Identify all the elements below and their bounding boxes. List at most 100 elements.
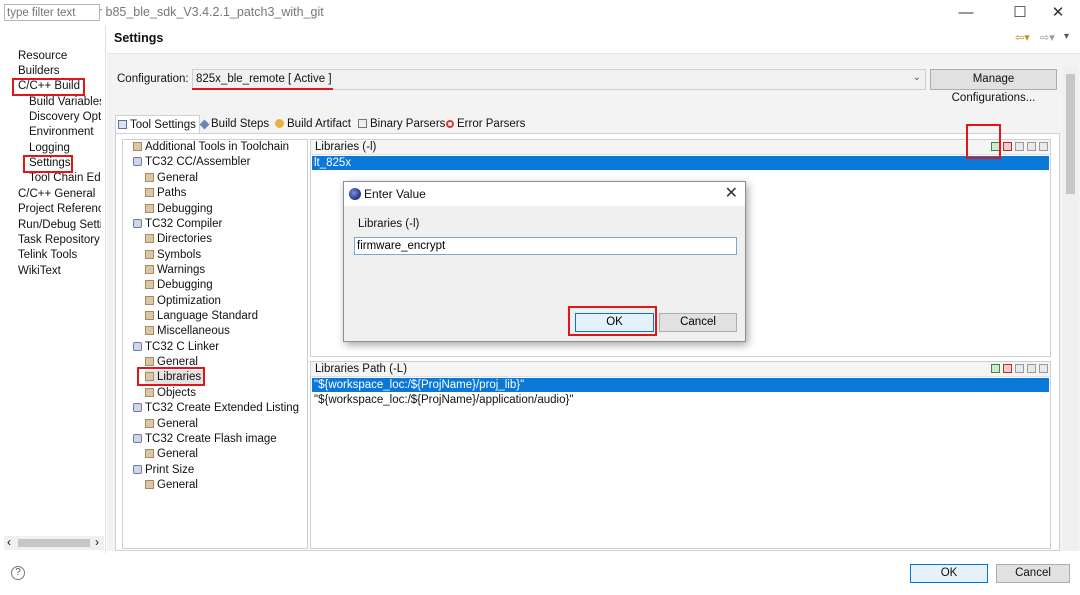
tree-label: Symbols (157, 249, 202, 261)
nav-item-telink-tools[interactable]: Telink Tools (18, 248, 77, 263)
nav-item-task-repository[interactable]: Task Repository (18, 233, 100, 248)
libraries-panel-title: Libraries (-l) (315, 141, 377, 153)
close-icon[interactable]: ✕ (725, 183, 738, 203)
page-icon (145, 280, 154, 289)
nav-item-environment[interactable]: Environment (29, 125, 94, 140)
nav-item-tool-chain-editor[interactable]: Tool Chain Editor (29, 171, 101, 186)
manage-configurations-button[interactable]: Manage Configurations... (930, 69, 1057, 104)
vertical-scrollbar[interactable] (1063, 66, 1078, 551)
nav-item-resource[interactable]: Resource (18, 49, 67, 64)
back-arrow-icon[interactable]: ⇦▾ (1015, 31, 1030, 44)
tree-label: Additional Tools in Toolchain (145, 141, 290, 153)
tree-tc32-create-extended-listing[interactable]: TC32 Create Extended Listing (133, 401, 299, 416)
delete-icon[interactable] (1003, 364, 1012, 373)
page-icon (145, 357, 154, 366)
page-icon (145, 173, 154, 182)
list-item[interactable]: "${workspace_loc:/${ProjName}/applicatio… (312, 393, 573, 407)
tree-label: General (157, 172, 198, 184)
scrollbar-thumb[interactable] (18, 539, 90, 547)
configuration-select[interactable]: 825x_ble_remote [ Active ] ⌄ (192, 69, 926, 90)
nav-item-discovery-options[interactable]: Discovery Options (29, 110, 101, 125)
tree-tc32-create-flash-image[interactable]: TC32 Create Flash image (133, 432, 277, 447)
tree-assembler-paths[interactable]: Paths (145, 186, 186, 201)
view-menu-icon[interactable]: ▾ (1064, 31, 1069, 42)
tree-print-size[interactable]: Print Size (133, 463, 194, 478)
move-down-icon[interactable] (1039, 142, 1048, 151)
tree-linker-objects[interactable]: Objects (145, 386, 196, 401)
configuration-label: Configuration: (117, 73, 189, 85)
tree-flash-general[interactable]: General (145, 447, 198, 462)
cancel-button[interactable]: Cancel (996, 564, 1070, 583)
tree-label: Print Size (145, 464, 195, 476)
tab-build-steps[interactable]: Build Steps (199, 115, 269, 133)
nav-item-wikitext[interactable]: WikiText (18, 264, 61, 279)
edit-icon[interactable] (1015, 142, 1024, 151)
ok-button[interactable]: OK (910, 564, 988, 583)
add-icon[interactable] (991, 364, 1000, 373)
tree-assembler-general[interactable]: General (145, 171, 198, 186)
tree-compiler-debugging[interactable]: Debugging (145, 278, 213, 293)
tree-listing-general[interactable]: General (145, 417, 198, 432)
scroll-right-arrow-icon[interactable]: › (95, 535, 99, 549)
tree-label: TC32 C Linker (145, 341, 220, 353)
list-item[interactable]: "${workspace_loc:/${ProjName}/proj_lib}" (312, 378, 1049, 392)
tab-binary-parsers[interactable]: Binary Parsers (356, 115, 445, 133)
libraries-path-panel-title: Libraries Path (-L) (315, 363, 408, 375)
window-titlebar: Properties for b85_ble_sdk_V3.4.2.1_patc… (0, 0, 1080, 26)
artifact-icon (275, 119, 284, 128)
tree-print-size-general[interactable]: General (145, 478, 198, 493)
tab-build-artifact[interactable]: Build Artifact (273, 115, 351, 133)
tree-compiler-directories[interactable]: Directories (145, 232, 212, 247)
nav-item-run-debug-settings[interactable]: Run/Debug Settings (18, 218, 101, 233)
tab-tool-settings[interactable]: Tool Settings (115, 115, 200, 133)
move-down-icon[interactable] (1039, 364, 1048, 373)
tree-compiler-optimization[interactable]: Optimization (145, 294, 221, 309)
move-up-icon[interactable] (1027, 364, 1036, 373)
dialog-field-label: Libraries (-l) (358, 218, 420, 230)
tree-label: Debugging (157, 203, 213, 215)
page-icon (145, 480, 154, 489)
scroll-left-arrow-icon[interactable]: ‹ (7, 535, 11, 549)
tab-error-parsers[interactable]: Error Parsers (444, 115, 525, 133)
minimize-button[interactable]: — (944, 2, 988, 24)
highlight-cpp-build (12, 78, 85, 96)
nav-item-builders[interactable]: Builders (18, 64, 60, 79)
close-window-button[interactable]: ✕ (1036, 2, 1080, 24)
left-panel-scrollbar[interactable]: ‹ › (4, 535, 104, 550)
nav-item-logging[interactable]: Logging (29, 141, 70, 156)
enter-value-dialog: Enter Value ✕ Libraries (-l) OK Cancel (343, 181, 746, 342)
tree-label: Debugging (157, 279, 213, 291)
help-icon[interactable]: ? (11, 566, 25, 580)
dialog-title: Enter Value (364, 187, 426, 201)
highlight-settings (23, 155, 73, 173)
move-up-icon[interactable] (1027, 142, 1036, 151)
tree-compiler-miscellaneous[interactable]: Miscellaneous (145, 324, 230, 339)
tree-assembler-debugging[interactable]: Debugging (145, 202, 213, 217)
tree-label: General (157, 448, 198, 460)
page-icon (145, 234, 154, 243)
tree-additional-tools[interactable]: Additional Tools in Toolchain (133, 140, 289, 155)
nav-item-build-variables[interactable]: Build Variables (29, 95, 101, 110)
filter-input[interactable] (4, 4, 100, 21)
tree-tc32-compiler[interactable]: TC32 Compiler (133, 217, 222, 232)
eclipse-app-icon (349, 188, 361, 200)
dialog-cancel-button[interactable]: Cancel (659, 313, 737, 332)
scrollbar-thumb[interactable] (1066, 74, 1075, 194)
delete-icon[interactable] (1003, 142, 1012, 151)
nav-item-cpp-general[interactable]: C/C++ General (18, 187, 95, 202)
tree-compiler-warnings[interactable]: Warnings (145, 263, 205, 278)
tree-tc32-cc-assembler[interactable]: TC32 CC/Assembler (133, 155, 250, 170)
tree-compiler-language-standard[interactable]: Language Standard (145, 309, 258, 324)
list-item[interactable]: lt_825x (312, 156, 1049, 170)
tree-label: Directories (157, 233, 212, 245)
nav-item-project-references[interactable]: Project References (18, 202, 101, 217)
library-name-input[interactable] (354, 237, 737, 255)
page-icon (145, 311, 154, 320)
page-icon (145, 388, 154, 397)
forward-arrow-icon[interactable]: ⇨▾ (1040, 31, 1055, 44)
tree-compiler-symbols[interactable]: Symbols (145, 248, 201, 263)
tree-tc32-c-linker[interactable]: TC32 C Linker (133, 340, 219, 355)
configuration-value: 825x_ble_remote [ Active ] (196, 73, 332, 85)
edit-icon[interactable] (1015, 364, 1024, 373)
libraries-path-panel-toolbar (988, 364, 1048, 376)
